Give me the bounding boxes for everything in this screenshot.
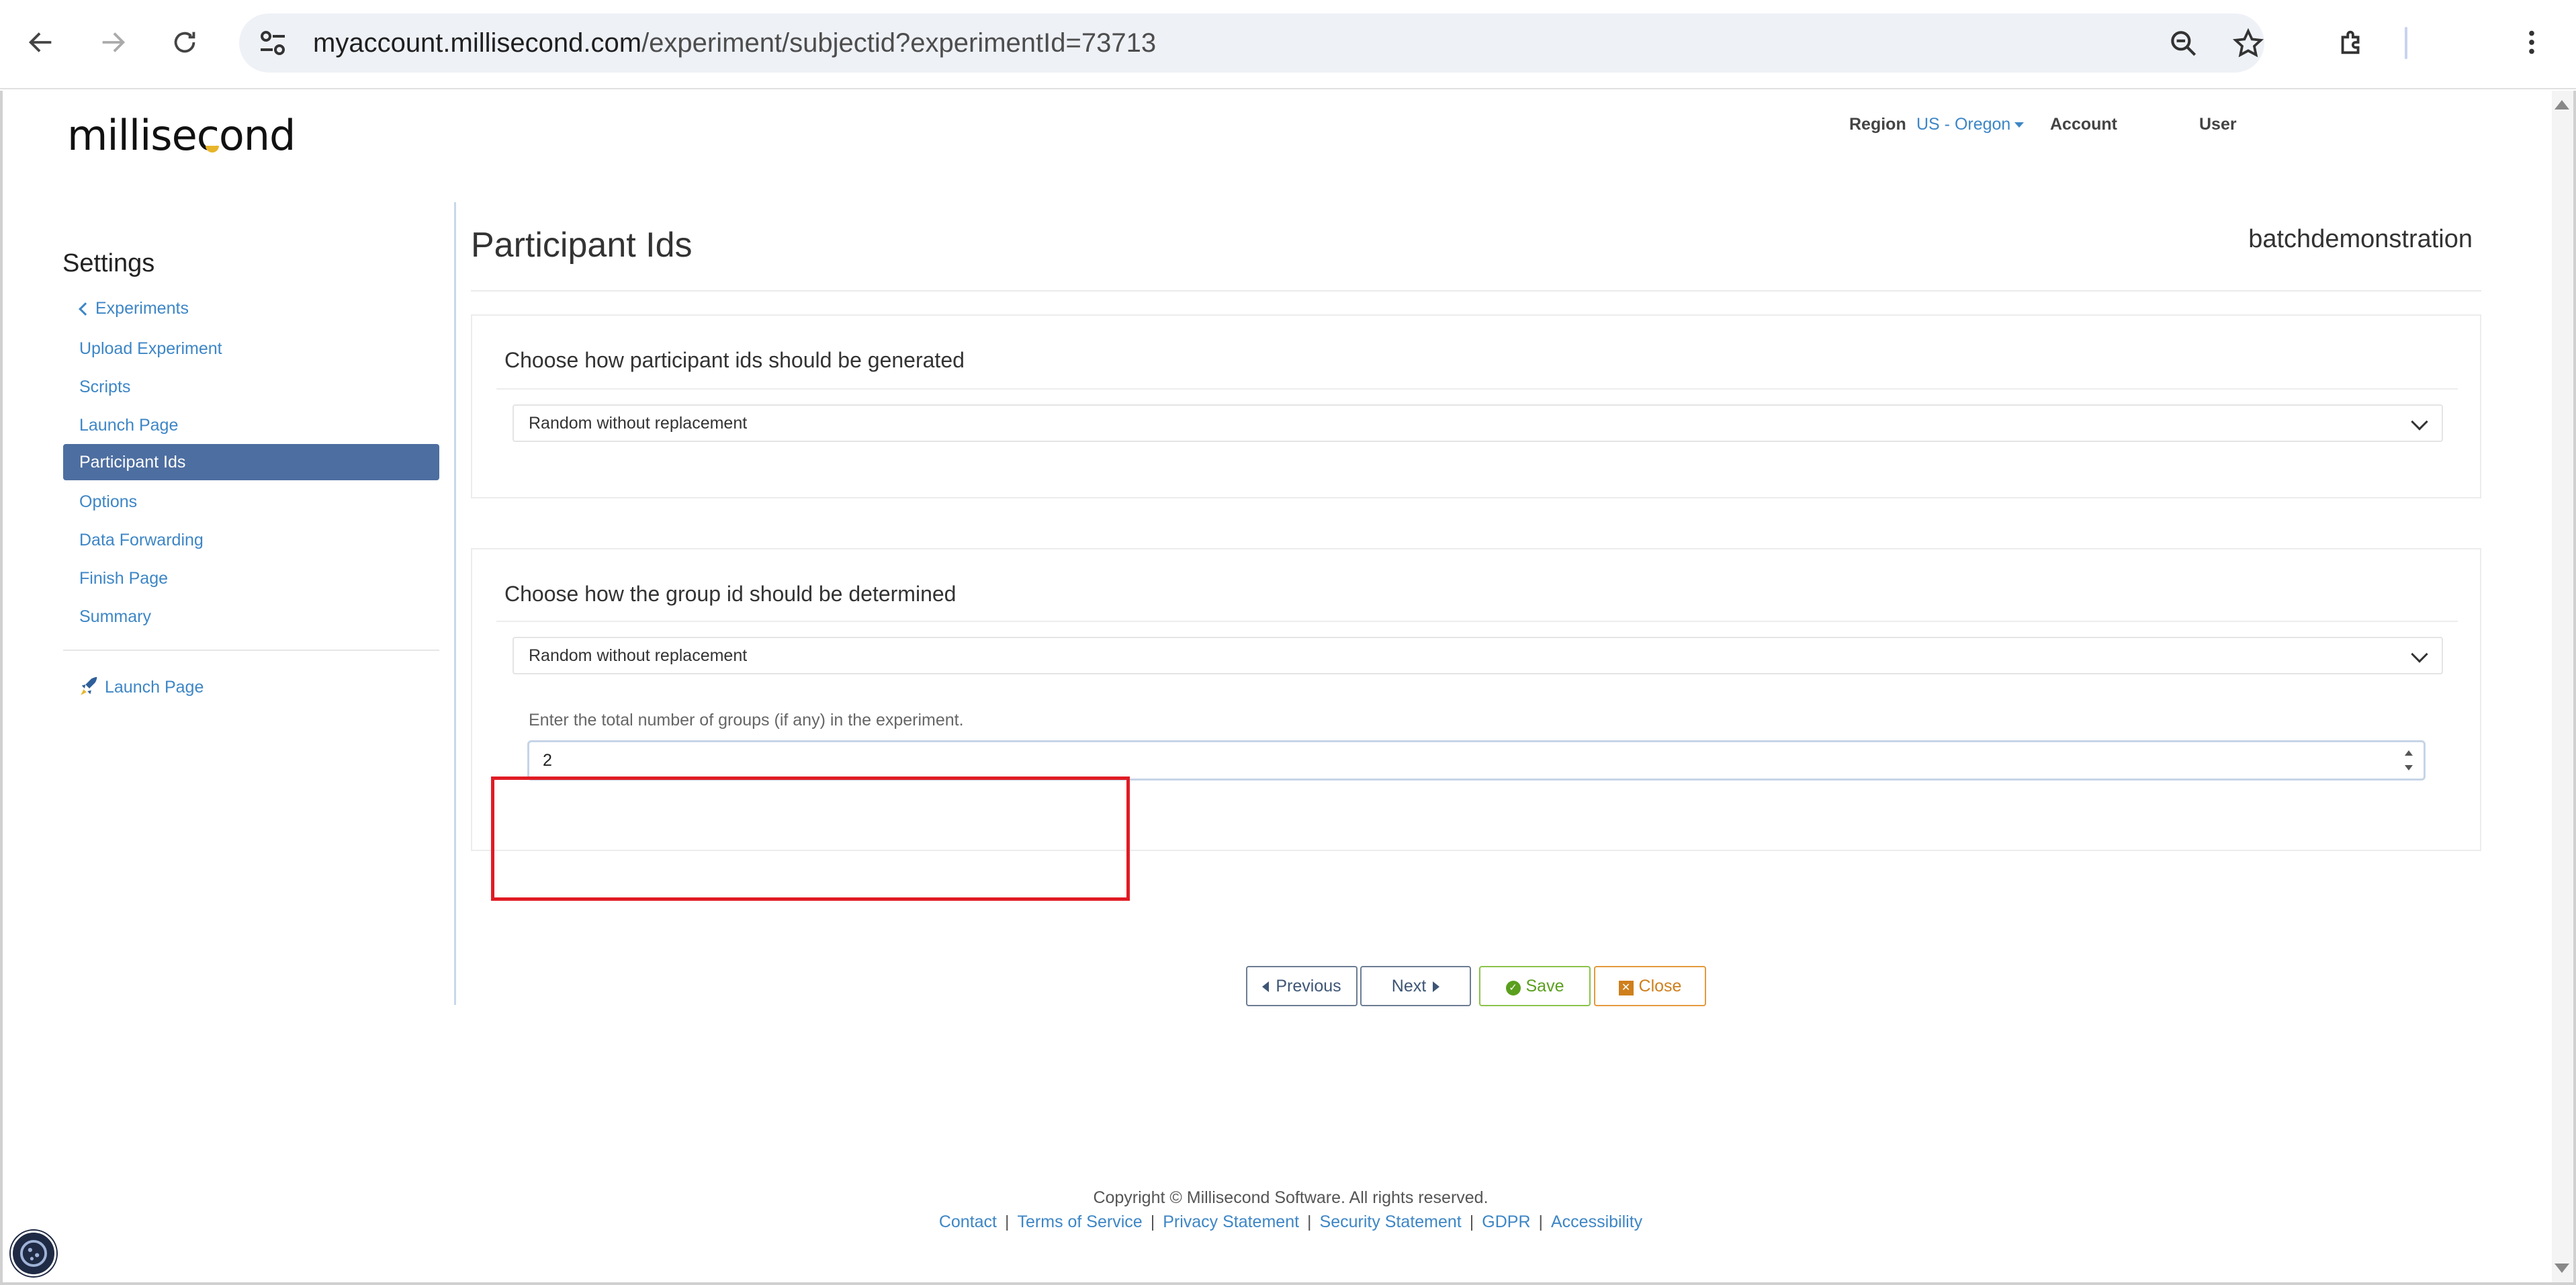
previous-label: Previous [1276, 977, 1341, 995]
sidebar-back-label: Experiments [95, 299, 189, 318]
url-text[interactable]: myaccount.millisecond.com/experiment/sub… [313, 27, 1156, 59]
group-id-method-select[interactable]: Random without replacement [513, 637, 2443, 674]
save-label: Save [1525, 977, 1564, 995]
back-button[interactable] [20, 21, 62, 63]
sidebar-item-participant-ids[interactable]: Participant Ids [63, 444, 439, 480]
page-title: Participant Ids [471, 226, 693, 265]
next-button[interactable]: Next [1360, 966, 1471, 1006]
next-label: Next [1391, 977, 1427, 995]
sidebar-launch-label: Launch Page [105, 678, 204, 697]
sidebar-launch-page-link[interactable]: Launch Page [63, 669, 439, 705]
footer-link-terms[interactable]: Terms of Service [1018, 1212, 1143, 1231]
participant-id-method-select[interactable]: Random without replacement [513, 404, 2443, 442]
group-id-card-title: Choose how the group id should be determ… [504, 582, 957, 606]
sidebar-back-experiments[interactable]: Experiments [63, 290, 439, 326]
caret-down-icon [2014, 122, 2025, 128]
stepper-down-icon[interactable] [2405, 765, 2413, 770]
participant-id-card-title: Choose how participant ids should be gen… [504, 348, 965, 372]
sidebar-title: Settings [62, 249, 155, 277]
region-label: Region [1849, 115, 1906, 134]
account-name: batchdemonstration [2248, 225, 2473, 253]
participant-id-method-value: Random without replacement [529, 414, 748, 433]
footer-separator: | [1150, 1212, 1155, 1231]
reload-icon [174, 32, 195, 53]
close-label: Close [1638, 977, 1682, 995]
sidebar-item-launch-page[interactable]: Launch Page [63, 407, 439, 443]
footer-links: Contact | Terms of Service | Privacy Stateme… [3, 1212, 2576, 1232]
browser-toolbar: myaccount.millisecond.com/experiment/sub… [0, 0, 2576, 89]
chevron-down-icon [2411, 413, 2428, 431]
scroll-down-arrow-icon[interactable] [2555, 1264, 2569, 1273]
browser-menu-button[interactable] [2511, 21, 2552, 63]
arrow-right-icon [102, 32, 126, 52]
sidebar-item-data-forwarding[interactable]: Data Forwarding [63, 522, 439, 558]
group-id-method-value: Random without replacement [529, 646, 748, 665]
millisecond-logo[interactable]: millisecond [67, 111, 296, 160]
sidebar-item-finish-page[interactable]: Finish Page [63, 560, 439, 596]
zoom-icon[interactable] [2167, 27, 2201, 60]
footer-link-contact[interactable]: Contact [939, 1212, 997, 1231]
rocket-icon [81, 676, 97, 695]
card-divider [496, 621, 2458, 622]
puzzle-icon [2341, 30, 2360, 54]
close-button[interactable]: ✕ Close [1594, 966, 1706, 1006]
reload-button[interactable] [164, 21, 206, 63]
region-value: US - Oregon [1916, 115, 2011, 134]
page-viewport: millisecond Region US - Oregon Account U… [0, 91, 2576, 1285]
footer-separator: | [1538, 1212, 1544, 1231]
region-dropdown[interactable]: US - Oregon [1916, 115, 2025, 134]
annotation-highlight-box [491, 777, 1130, 901]
caret-left-icon [1262, 981, 1270, 992]
card-divider [496, 388, 2458, 390]
scroll-up-arrow-icon[interactable] [2555, 100, 2569, 109]
title-divider [471, 290, 2481, 292]
user-menu[interactable]: User [2199, 115, 2237, 134]
chevron-left-icon [79, 302, 92, 316]
sidebar-item-options[interactable]: Options [63, 484, 439, 520]
forward-button[interactable] [92, 21, 134, 63]
footer-copyright: Copyright © Millisecond Software. All ri… [1093, 1188, 1489, 1207]
footer-link-security[interactable]: Security Statement [1320, 1212, 1462, 1231]
save-button[interactable]: ✓ Save [1479, 966, 1591, 1006]
close-square-icon: ✕ [1618, 981, 1634, 995]
footer-link-privacy[interactable]: Privacy Statement [1163, 1212, 1299, 1231]
groups-count-value: 2 [543, 751, 552, 770]
vertical-scrollbar[interactable] [2552, 91, 2573, 1282]
arrow-left-icon [28, 32, 52, 52]
footer-separator: | [1307, 1212, 1312, 1231]
cookie-icon [19, 1239, 48, 1268]
footer-separator: | [1005, 1212, 1010, 1231]
sidebar-border [454, 202, 456, 1005]
sidebar-divider [63, 650, 439, 651]
bookmark-star-icon[interactable] [2231, 27, 2265, 60]
address-bar[interactable]: myaccount.millisecond.com/experiment/sub… [239, 13, 2264, 73]
kebab-menu-icon [2529, 30, 2534, 54]
participant-id-card: Choose how participant ids should be gen… [471, 314, 2481, 498]
account-menu[interactable]: Account [2050, 115, 2117, 134]
previous-button[interactable]: Previous [1246, 966, 1358, 1006]
groups-count-input[interactable]: 2 [527, 740, 2426, 781]
sidebar-item-scripts[interactable]: Scripts [63, 369, 439, 405]
number-stepper[interactable] [2403, 750, 2414, 770]
footer-link-accessibility[interactable]: Accessibility [1551, 1212, 1642, 1231]
stepper-up-icon[interactable] [2405, 750, 2413, 756]
chevron-down-icon [2411, 646, 2428, 663]
footer-separator: | [1469, 1212, 1474, 1231]
cookie-settings-icon[interactable] [11, 1231, 56, 1276]
groups-count-label: Enter the total number of groups (if any… [529, 711, 964, 729]
footer-link-gdpr[interactable]: GDPR [1482, 1212, 1530, 1231]
sidebar-item-upload-experiment[interactable]: Upload Experiment [63, 330, 439, 367]
site-settings-icon[interactable] [257, 27, 289, 59]
check-circle-icon: ✓ [1505, 981, 1521, 995]
extensions-button[interactable] [2331, 21, 2372, 63]
sidebar-item-summary[interactable]: Summary [63, 599, 439, 635]
caret-right-icon [1433, 981, 1440, 992]
toolbar-separator [2405, 27, 2407, 59]
